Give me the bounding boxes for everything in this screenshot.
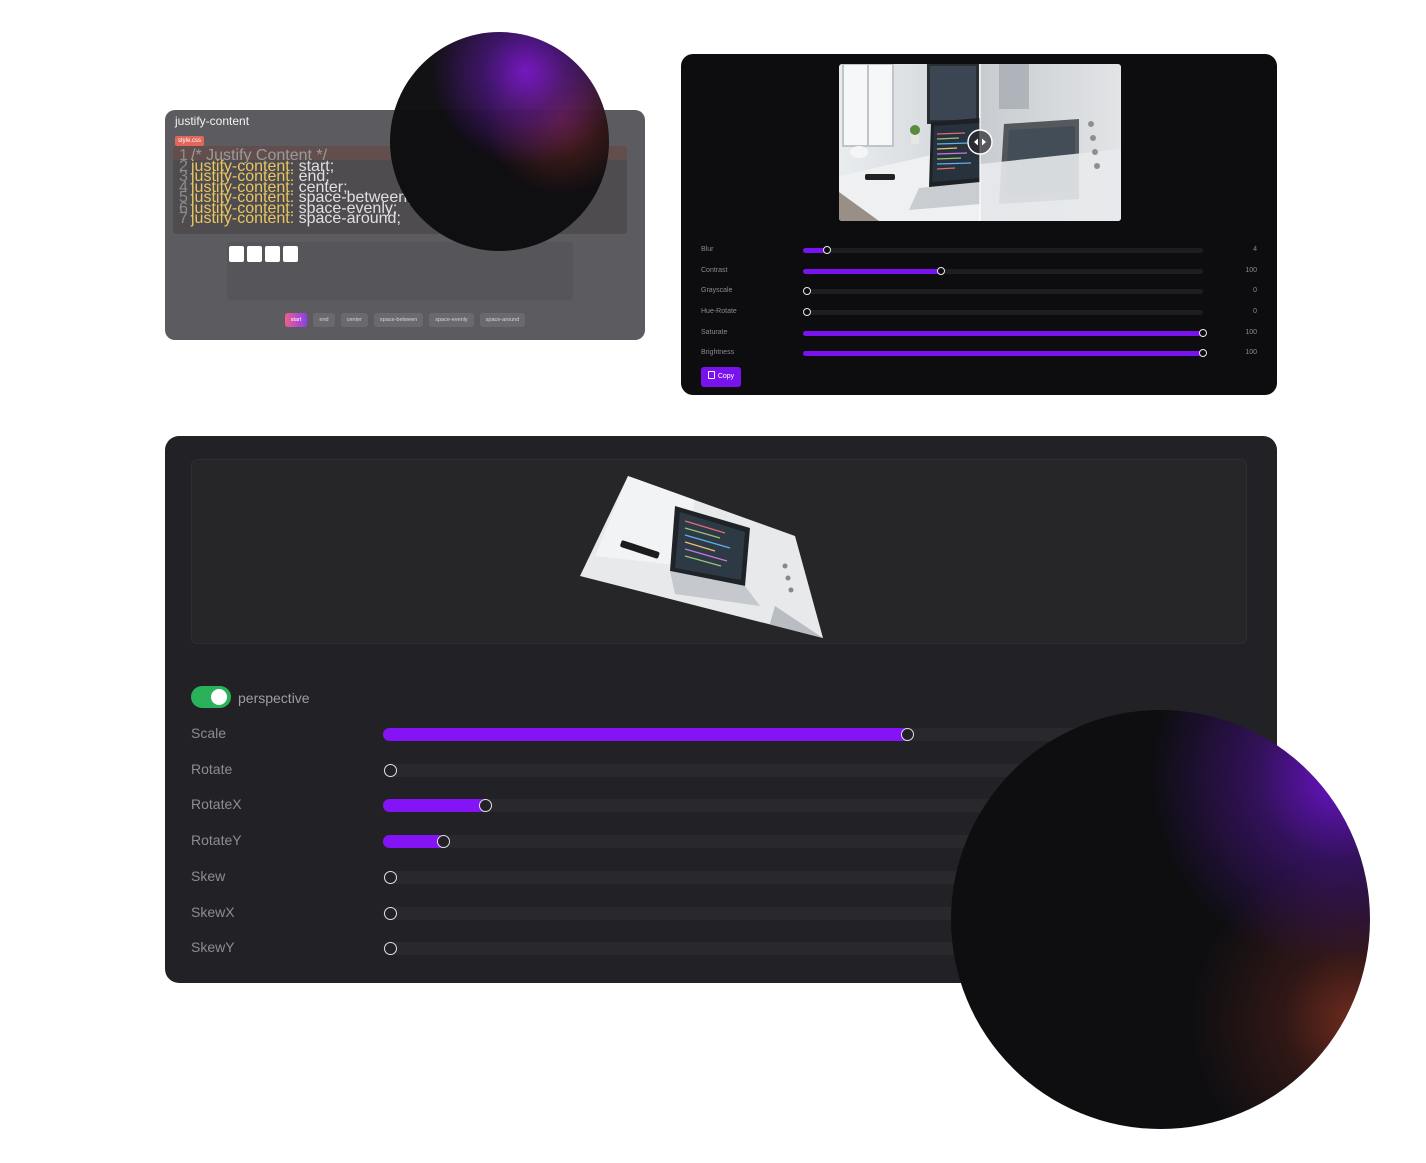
- filter-slider-hue-rotate[interactable]: [803, 308, 1203, 316]
- filter-label-saturate: Saturate: [701, 328, 728, 336]
- slider-thumb[interactable]: [384, 763, 397, 777]
- justify-options: start end center space-between space-evenly s…: [165, 313, 645, 327]
- filter-label-contrast: Contrast: [701, 266, 728, 274]
- slider-thumb[interactable]: [1199, 349, 1207, 357]
- filter-slider-contrast[interactable]: [803, 266, 1203, 275]
- transform-label-rotate: Rotate: [191, 760, 233, 777]
- slider-fill: [383, 728, 912, 741]
- image-filter-card: Blur 4 Contrast 100 Grayscale 0 Hue-Rotate 0 Sat…: [681, 54, 1277, 395]
- filter-value-contrast: 100: [1245, 266, 1257, 274]
- slider-fill: [803, 330, 1203, 336]
- filter-label-hue-rotate: Hue-Rotate: [701, 308, 737, 315]
- flex-item-box: [265, 246, 280, 262]
- filter-slider-blur[interactable]: [803, 246, 1203, 254]
- slider-thumb[interactable]: [803, 308, 811, 316]
- filter-value-blur: 4: [1253, 246, 1257, 253]
- card-title: justify-content: [175, 114, 250, 128]
- justify-option-space-between-button[interactable]: space-between: [373, 313, 424, 327]
- filter-value-saturate: 100: [1245, 328, 1257, 336]
- slider-thumb[interactable]: [437, 835, 451, 849]
- filter-value-brightness: 100: [1245, 349, 1257, 356]
- slider-thumb[interactable]: [384, 906, 397, 920]
- flex-item-box: [283, 246, 298, 262]
- file-tag: style.css: [175, 136, 205, 146]
- transform-label-scale: Scale: [191, 725, 227, 741]
- slider-fill: [803, 351, 1203, 356]
- code-property: justify-content:: [191, 210, 295, 227]
- slider-thumb[interactable]: [479, 799, 492, 813]
- filter-value-hue-rotate: 0: [1253, 308, 1257, 315]
- decorative-orb: [951, 710, 1370, 1129]
- transform-label-skew: Skew: [191, 867, 226, 884]
- line-number: 7: [179, 210, 188, 227]
- slider-thumb[interactable]: [803, 287, 811, 295]
- slider-thumb[interactable]: [384, 942, 397, 956]
- filter-slider-brightness[interactable]: [803, 349, 1207, 357]
- slider-thumb[interactable]: [937, 266, 945, 275]
- transformed-photo-image: [580, 476, 823, 638]
- slider-thumb[interactable]: [1199, 328, 1207, 337]
- filter-value-grayscale: 0: [1253, 287, 1257, 294]
- justify-option-space-evenly-button[interactable]: space-evenly: [429, 313, 474, 327]
- code-line: 7 justify-content: space-around;: [179, 210, 401, 227]
- filter-sliders: Blur 4 Contrast 100 Grayscale 0 Hue-Rotate 0 Sat…: [681, 54, 1277, 395]
- slider-fill: [803, 268, 941, 274]
- code-value: space-around;: [294, 210, 401, 227]
- copy-icon: [707, 371, 715, 379]
- slider-thumb[interactable]: [384, 870, 397, 884]
- transform-label-rotatex: RotateX: [191, 796, 242, 813]
- flex-item-box: [247, 246, 262, 262]
- flex-item-box: [229, 246, 244, 262]
- copy-button[interactable]: Copy: [701, 367, 741, 387]
- transform-slider-scale[interactable]: [383, 728, 1143, 741]
- slider-thumb[interactable]: [823, 246, 831, 254]
- filter-slider-grayscale[interactable]: [803, 287, 1203, 295]
- justify-option-center-button[interactable]: center: [340, 313, 368, 327]
- copy-label: Copy: [717, 373, 735, 380]
- transform-label-skewx: SkewX: [191, 903, 235, 920]
- transform-label-skewy: SkewY: [191, 939, 235, 956]
- justify-option-end-button[interactable]: end: [313, 313, 335, 327]
- filter-label-blur: Blur: [701, 246, 714, 253]
- slider-thumb[interactable]: [900, 728, 914, 741]
- slider-fill: [383, 799, 490, 813]
- filter-slider-saturate[interactable]: [803, 328, 1207, 337]
- decorative-orb: [390, 32, 609, 251]
- filter-label-grayscale: Grayscale: [701, 287, 733, 294]
- justify-option-start-button[interactable]: start: [284, 313, 308, 327]
- justify-option-space-around-button[interactable]: space-around: [479, 313, 526, 327]
- filter-label-brightness: Brightness: [701, 349, 735, 356]
- transform-label-rotatey: RotateY: [191, 832, 242, 849]
